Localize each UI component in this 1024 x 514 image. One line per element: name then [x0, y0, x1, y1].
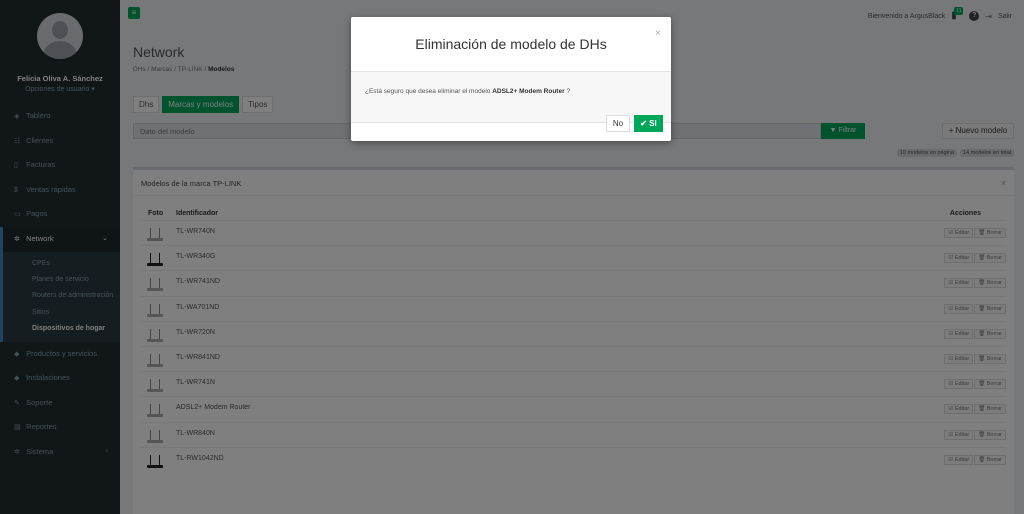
delete-modal: Eliminación de modelo de DHs × ¿Está seg… [351, 17, 671, 141]
modal-model-name: ADSL2+ Modem Router [492, 88, 565, 95]
close-icon[interactable]: × [655, 28, 661, 39]
modal-message: ¿Está seguro que desea eliminar el model… [365, 88, 571, 95]
modal-title: Eliminación de modelo de DHs [415, 36, 607, 52]
yes-button[interactable]: ✔ SI [634, 115, 663, 132]
no-button[interactable]: No [606, 115, 630, 132]
